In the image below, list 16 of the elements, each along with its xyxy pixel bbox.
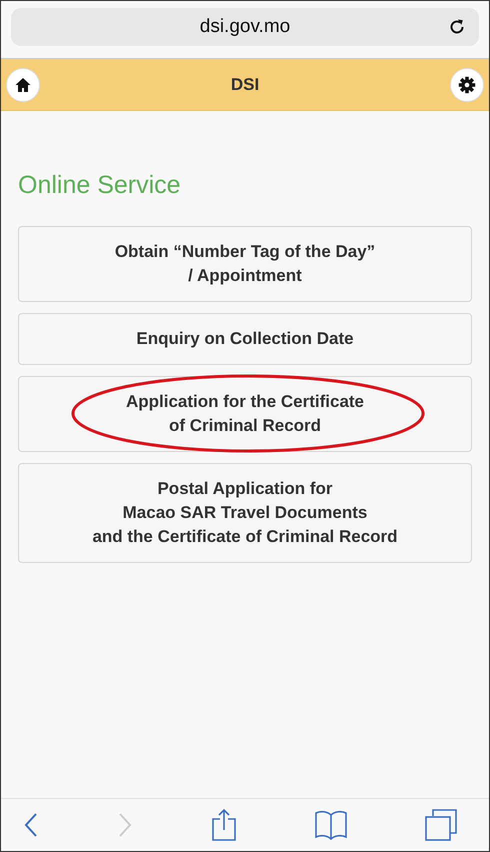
section-title: Online Service — [18, 171, 182, 200]
home-icon — [14, 76, 32, 94]
book-icon[interactable] — [315, 810, 347, 840]
settings-button[interactable] — [450, 68, 484, 102]
home-button[interactable] — [6, 68, 40, 102]
settings-icon — [458, 76, 476, 94]
service-button[interactable]: Obtain “Number Tag of the Day” / Appointment — [18, 226, 472, 302]
service-button[interactable]: Postal Application for Macao SAR Travel Documents and the Certificate of Criminal Record — [18, 463, 472, 563]
back-icon[interactable] — [23, 812, 39, 838]
tabs-icon[interactable] — [425, 809, 457, 841]
service-button[interactable]: Application for the Certificate of Criminal Record — [18, 376, 472, 452]
share-icon[interactable] — [211, 808, 237, 842]
page-title: DSI — [230, 74, 260, 94]
address-bar[interactable]: dsi.gov.mo — [11, 8, 479, 46]
service-button[interactable]: Enquiry on Collection Date — [18, 313, 472, 365]
url-text: dsi.gov.mo — [200, 16, 290, 38]
